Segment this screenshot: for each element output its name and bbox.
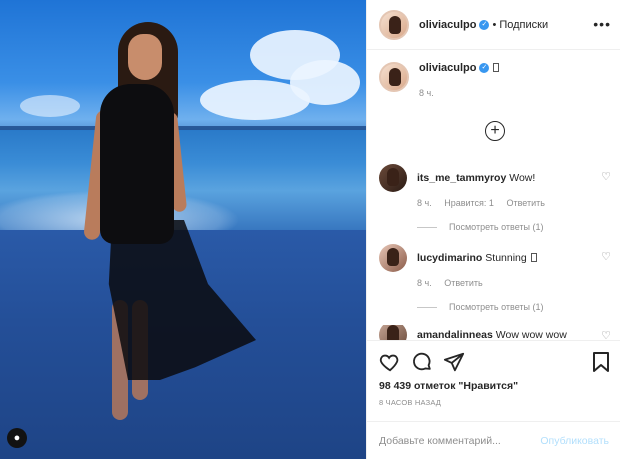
view-replies-button[interactable]: Посмотреть ответы (1) (417, 222, 611, 232)
divider (417, 226, 437, 228)
heart-icon[interactable]: ♡ (601, 170, 611, 183)
comment-text: Stunning (485, 252, 527, 264)
comment-time: 8 ч. (417, 278, 432, 288)
avatar[interactable] (379, 325, 407, 340)
caption: oliviaculpo ✓ 8 ч. (367, 62, 620, 98)
posted-time: 8 ЧАСОВ НАЗАД (379, 398, 442, 407)
comment-username[interactable]: its_me_tammyroy (417, 172, 506, 184)
person-face (128, 34, 162, 80)
cloud (20, 95, 80, 117)
view-replies-label: Посмотреть ответы (1) (449, 302, 544, 312)
post-actions: 98 439 отметок "Нравится" 8 ЧАСОВ НАЗАД … (367, 340, 620, 459)
comment: its_me_tammyroy Wow! ♡ 8 ч. Нравится: 1 … (379, 164, 611, 232)
more-options-icon[interactable]: ••• (593, 16, 611, 32)
paper-plane-icon[interactable] (443, 351, 465, 373)
plus-circle-icon[interactable]: + (485, 121, 505, 141)
comment-likes[interactable]: Нравится: 1 (444, 198, 494, 208)
comment-form: Добавьте комментарий... Опубликовать (367, 421, 620, 459)
post-sidebar: oliviaculpo ✓ • Подписки ••• oliviaculpo… (366, 0, 620, 459)
post-photo[interactable]: ● (0, 0, 366, 459)
view-replies-button[interactable]: Посмотреть ответы (1) (417, 302, 611, 312)
heart-icon[interactable]: ♡ (601, 329, 611, 340)
reply-button[interactable]: Ответить (444, 278, 482, 288)
verified-badge-icon: ✓ (479, 19, 490, 30)
publish-button[interactable]: Опубликовать (540, 435, 609, 447)
caption-time: 8 ч. (419, 88, 434, 98)
emoji-icon (530, 253, 537, 262)
caption-username[interactable]: oliviaculpo (419, 62, 476, 74)
avatar[interactable] (379, 244, 407, 272)
comment-username[interactable]: lucydimarino (417, 252, 482, 264)
heart-icon[interactable]: ♡ (601, 250, 611, 263)
comment-time: 8 ч. (417, 198, 432, 208)
comment-username[interactable]: amandalinneas (417, 329, 493, 340)
following-button[interactable]: Подписки (499, 19, 548, 31)
bookmark-icon[interactable] (591, 351, 611, 373)
avatar[interactable] (379, 9, 409, 40)
verified-badge-icon: ✓ (479, 63, 490, 74)
comment-text: Wow! (509, 172, 536, 184)
separator: • (492, 18, 497, 31)
comment: lucydimarino Stunning ♡ 8 ч. Ответить По… (379, 244, 611, 312)
avatar[interactable] (379, 62, 409, 92)
cloud (200, 80, 310, 120)
avatar[interactable] (379, 164, 407, 192)
comment-input[interactable]: Добавьте комментарий... (379, 435, 540, 447)
tagged-users-button[interactable]: ● (7, 428, 27, 448)
divider (417, 306, 437, 308)
reply-button[interactable]: Ответить (506, 198, 544, 208)
likes-count[interactable]: 98 439 отметок "Нравится" (379, 380, 518, 392)
dress-top (100, 84, 174, 244)
header-username[interactable]: oliviaculpo (419, 19, 476, 31)
comment-icon[interactable] (411, 351, 433, 373)
view-replies-label: Посмотреть ответы (1) (449, 222, 544, 232)
comment: amandalinneas Wow wow wow ♡ (379, 325, 611, 340)
emoji-icon (493, 63, 500, 72)
user-icon: ● (13, 431, 21, 444)
heart-icon[interactable] (379, 351, 401, 373)
comment-text: Wow wow wow (495, 329, 567, 340)
post-header: oliviaculpo ✓ • Подписки ••• (367, 0, 620, 50)
